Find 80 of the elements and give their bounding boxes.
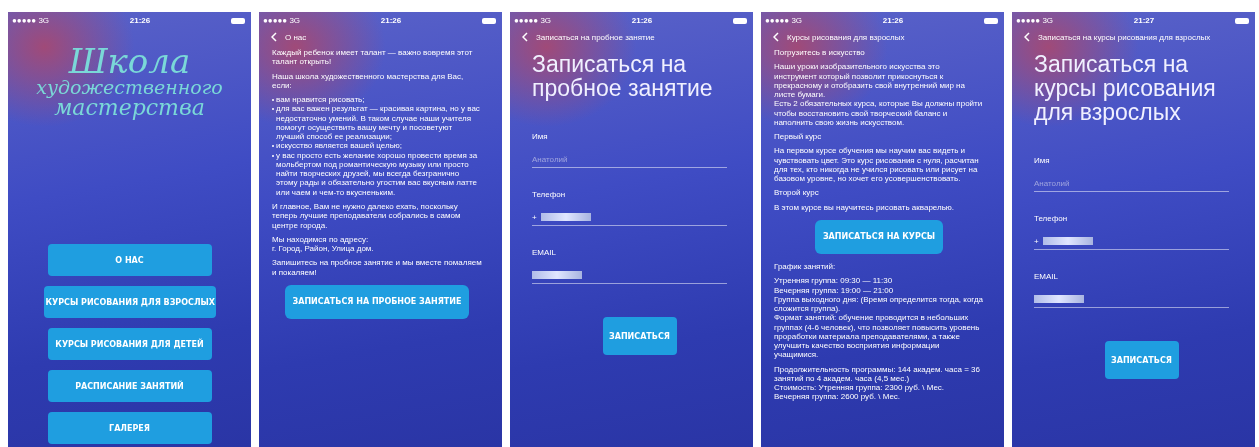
field-value: + xyxy=(532,212,537,222)
text-line: Стоимость: Утренняя группа: 2300 руб. \ Мес. xyxy=(774,383,946,393)
signup-button[interactable]: ЗАПИСАТЬСЯ НА КУРСЫ xyxy=(814,220,944,254)
signal-text: ●●●●● 3G xyxy=(514,16,552,25)
clock-text: 21:26 xyxy=(129,16,151,25)
nav-title: Записаться на курсы рисования для взрослых xyxy=(1038,32,1211,42)
text-line: Мы находимся по адресу: xyxy=(272,234,370,244)
signal-text: ●●●●● 3G xyxy=(1016,16,1054,25)
paragraph: На первом курсе обучения мы научим вас видеть и чувствовать цвет. Это курс рисования с нуля, расчитан для тех, кто никогда не учился рисовать или рисует на базовом уровне, но хочет его усовершенствовать. xyxy=(774,146,980,184)
paragraph: График занятий: xyxy=(774,262,837,272)
paragraph: Второй курс xyxy=(774,188,820,198)
battery-icon xyxy=(231,17,245,24)
paragraph: И главное, Вам не нужно далеко ехать, поскольку теперь лучшие преподаватели собрались в самом центре города. xyxy=(272,202,462,230)
submit-button[interactable]: ЗАПИСАТЬСЯ xyxy=(1104,341,1179,380)
clock-text: 21:26 xyxy=(631,16,653,25)
menu-button[interactable]: О НАС xyxy=(47,244,212,276)
signal-text: ●●●●● 3G xyxy=(12,16,50,25)
logo-text: Школа xyxy=(68,44,191,78)
blurred-value xyxy=(1042,237,1093,246)
logo-text: художественного xyxy=(36,78,223,97)
placeholder-text: Анатолий xyxy=(1034,178,1070,188)
nav-title: О нас xyxy=(285,32,307,42)
field-label: Телефон xyxy=(1034,214,1069,224)
paragraph: Погрузитесь в искусство xyxy=(774,48,866,58)
clock-text: 21:26 xyxy=(882,16,904,25)
text-line: Вечерняя группа: 2600 руб. \ Мес. xyxy=(774,392,902,402)
text-line: Формат занятий: обучение проводится в небольших группах (4-6 человек), что позволяет повысить уровень проработки материала преподавателями, а также улучшить качество восприятия информации учащимися. xyxy=(774,313,981,360)
text-line: Группа выходного дня: (Время определится тогда, когда сложится группа). xyxy=(774,294,984,314)
field-label: EMAIL xyxy=(532,248,557,258)
input-field[interactable]: + xyxy=(1034,233,1229,251)
signup-button[interactable]: ЗАПИСАТЬСЯ НА ПРОБНОЕ ЗАНЯТИЕ xyxy=(284,284,470,319)
form-heading: Записаться на пробное занятие xyxy=(532,52,714,101)
menu-button[interactable]: РАСПИСАНИЕ ЗАНЯТИЙ xyxy=(47,370,212,402)
blurred-value xyxy=(540,213,591,222)
field-label: Имя xyxy=(532,132,549,142)
menu-button[interactable]: КУРСЫ РИСОВАНИЯ ДЛЯ ДЕТЕЙ xyxy=(47,328,212,360)
list-item: искусство является вашей целью; xyxy=(276,141,403,151)
input-field[interactable]: Анатолий xyxy=(532,151,727,169)
nav-title: Записаться на пробное занятие xyxy=(536,32,655,42)
list-item: для вас важен результат — красивая картина, но у вас недостаточно умений. В таком случае наши учителя помогут осуществить вашу мечту и посоветуют лучший способ ее реализации; xyxy=(276,104,481,142)
form-heading: Записаться на курсы рисования для взрослых xyxy=(1034,52,1217,125)
text-line: Вечерняя группа: 19:00 — 21:00 xyxy=(774,285,895,295)
paragraph: Наша школа художественного мастерства для Вас, если: xyxy=(272,71,465,91)
text-line: Продолжительность программы: 144 академ. часа = 36 занятий по 4 академ. часа (4,5 мес.) xyxy=(774,364,981,384)
paragraph: Каждый ребенок имеет талант — важно вовремя этот талант открыть! xyxy=(272,48,474,67)
field-label: EMAIL xyxy=(1034,272,1059,282)
blurred-value xyxy=(1034,295,1084,304)
battery-icon xyxy=(482,17,496,24)
input-field[interactable]: + xyxy=(532,209,727,227)
menu-button[interactable]: ГАЛЕРЕЯ xyxy=(47,412,212,444)
list-item: у вас просто есть желание хорошо провести время за мольбертом под романтическую музыку или просто найти творческих друзей, мы всегда безгранично этому рады и обязательно угостим вас вкусным латте или чаем и чем-то вкусненьким. xyxy=(276,150,479,197)
blurred-value xyxy=(532,271,582,280)
field-label: Имя xyxy=(1034,156,1051,166)
back-icon[interactable] xyxy=(522,32,528,42)
input-field[interactable]: Анатолий xyxy=(1034,175,1229,193)
battery-icon xyxy=(733,17,747,24)
paragraph: Первый курс xyxy=(774,132,823,142)
text-line: Наши уроки изобразительного искусства это инструмент который позволит прикоснуться к прекрасному и отобразить свой внутренний мир на листе бумаги. xyxy=(774,62,966,100)
back-icon[interactable] xyxy=(271,32,277,42)
text-line: г. Город, Район, Улица дом. xyxy=(272,244,375,254)
menu-button[interactable]: КУРСЫ РИСОВАНИЯ ДЛЯ ВЗРОСЛЫХ xyxy=(43,286,216,318)
clock-text: 21:27 xyxy=(1133,16,1155,25)
paragraph: В этом курсе вы научитесь рисовать акварелью. xyxy=(774,202,956,212)
back-icon[interactable] xyxy=(773,32,779,42)
paragraph: Запишитесь на пробное занятие и мы вместе помаляем и покаляем! xyxy=(272,258,482,277)
list-item: вам нравится рисовать; xyxy=(276,95,365,105)
text-line: Есть 2 обязательных курса, которые Вы должны пройти чтобы восстановить свой творческий баланс и наполнить свою жизнь искусством. xyxy=(774,99,984,128)
battery-icon xyxy=(984,17,998,24)
placeholder-text: Анатолий xyxy=(532,154,568,164)
nav-title: Курсы рисования для взрослых xyxy=(787,32,905,42)
text-line: Утренняя группа: 09:30 — 11:30 xyxy=(774,276,894,286)
field-label: Телефон xyxy=(532,190,567,200)
logo-text: мастерства xyxy=(54,97,205,119)
back-icon[interactable] xyxy=(1024,32,1030,42)
signal-text: ●●●●● 3G xyxy=(263,16,301,25)
battery-icon xyxy=(1235,17,1249,24)
field-value: + xyxy=(1034,236,1039,246)
signal-text: ●●●●● 3G xyxy=(765,16,803,25)
clock-text: 21:26 xyxy=(380,16,402,25)
submit-button[interactable]: ЗАПИСАТЬСЯ xyxy=(602,317,677,356)
